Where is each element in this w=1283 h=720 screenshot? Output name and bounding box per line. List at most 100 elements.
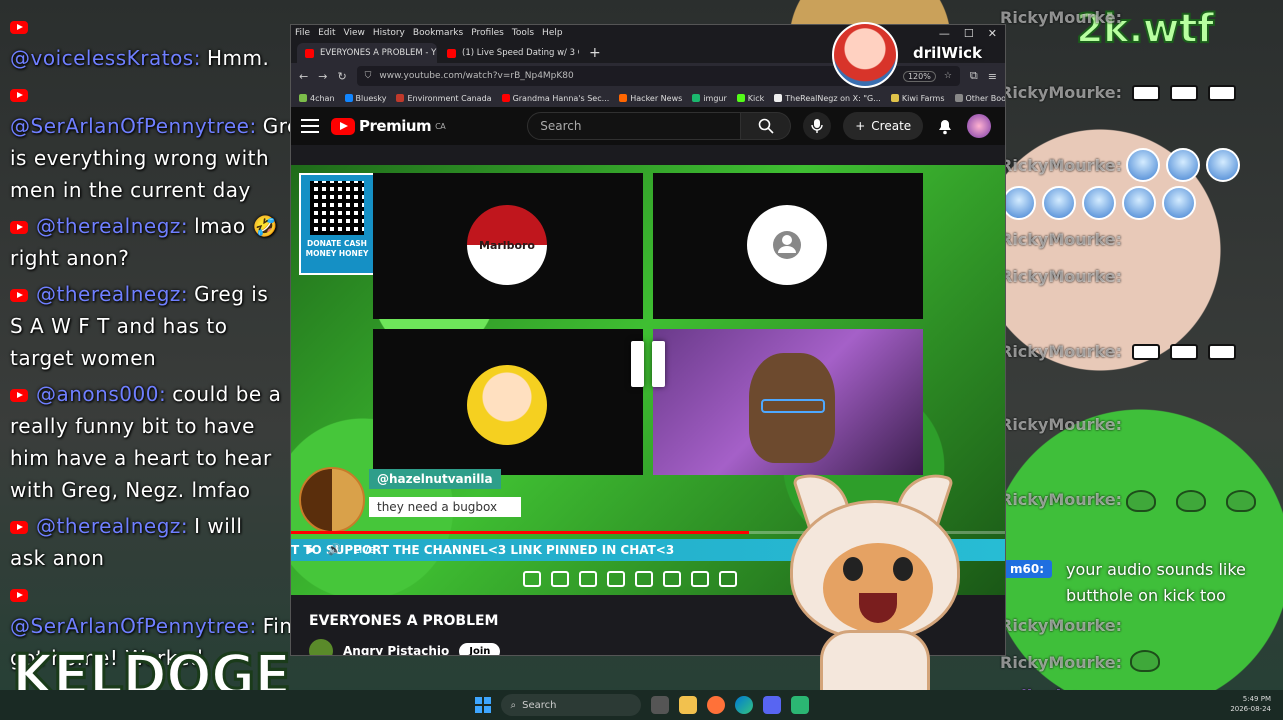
chat-user: RickyMourke: xyxy=(1000,230,1123,249)
emote-icon xyxy=(1166,148,1200,182)
chat-user: @anons000: xyxy=(36,382,167,406)
account-avatar[interactable] xyxy=(967,114,992,138)
channel-name[interactable]: Angry Pistachio xyxy=(343,644,449,655)
donate-qr-code: DONATE CASH MONEY HONEY xyxy=(299,173,375,275)
discord-icon[interactable] xyxy=(762,696,781,714)
audio-icon[interactable] xyxy=(551,571,569,587)
chat-user: RickyMourke: xyxy=(1000,415,1123,434)
chat-message: @SerArlanOfPennytree: Greg is everything … xyxy=(10,78,313,206)
bookmark-kick[interactable]: Kick xyxy=(736,93,765,103)
bookmark-label: Kick xyxy=(747,93,765,103)
star-icon[interactable]: ☆ xyxy=(944,71,952,81)
task-view-icon[interactable] xyxy=(650,696,669,714)
cast-icon[interactable] xyxy=(579,571,597,587)
player-toolbar xyxy=(523,571,737,587)
yin-yang-icon xyxy=(299,467,365,533)
file-explorer-icon[interactable] xyxy=(678,696,697,714)
minimize-icon[interactable]: — xyxy=(939,27,950,40)
firefox-icon[interactable] xyxy=(706,696,725,714)
menu-bookmarks[interactable]: Bookmarks xyxy=(413,28,463,38)
youtube-icon xyxy=(305,48,314,58)
emote-icon xyxy=(1126,148,1160,182)
cow-emote-icon xyxy=(1208,85,1237,101)
imgur-icon xyxy=(692,94,701,102)
chat-user: @voicelessKratos: xyxy=(10,46,201,70)
search-input[interactable]: Search xyxy=(527,112,742,140)
edge-icon[interactable] xyxy=(734,696,753,714)
bookmark-label: TheRealNegz on X: "G... xyxy=(785,93,881,103)
extensions-icon[interactable]: ⧉ xyxy=(970,69,978,83)
close-icon[interactable]: ✕ xyxy=(988,27,997,40)
menu-edit[interactable]: Edit xyxy=(318,28,335,38)
reload-icon[interactable]: ↻ xyxy=(337,70,346,83)
bookmark-imgur[interactable]: imgur xyxy=(692,94,727,103)
bookmark-therealnegz[interactable]: TheRealNegz on X: "G... xyxy=(774,94,881,103)
bookmark-other[interactable]: Other Bookmarks xyxy=(954,94,1005,103)
chat-user: RickyMourke: xyxy=(1000,490,1123,509)
menu-icon[interactable]: ≡ xyxy=(988,70,997,83)
menu-profiles[interactable]: Profiles xyxy=(471,28,504,38)
youtube-icon xyxy=(10,389,28,402)
system-clock[interactable]: 5:49 PM 2026-08-24 xyxy=(1230,694,1271,714)
join-button[interactable]: Join xyxy=(459,642,501,655)
volume-icon[interactable]: 🔊 xyxy=(327,543,341,556)
channel-avatar[interactable] xyxy=(309,639,333,655)
bookmark-environment-canada[interactable]: Environment Canada xyxy=(396,93,492,103)
tab-speed-dating[interactable]: (1) Live Speed Dating w/ 3 Girls✕ xyxy=(439,43,579,63)
bookmark-4chan[interactable]: 4chan xyxy=(299,94,335,103)
chat-user: RickyMourke: xyxy=(1000,156,1123,175)
emote-icon xyxy=(1082,186,1116,220)
hamburger-menu-icon[interactable] xyxy=(301,119,319,133)
menu-tools[interactable]: Tools xyxy=(512,28,534,38)
menu-file[interactable]: File xyxy=(295,28,310,38)
streamer-name: drilWick xyxy=(913,44,982,62)
chat-user: RickyMourke: xyxy=(1000,8,1123,27)
taskbar: ⌕ Search 5:49 PM 2026-08-24 xyxy=(0,690,1283,720)
clapper-icon[interactable] xyxy=(607,571,625,587)
donation-user: @hazelnutvanilla xyxy=(369,469,501,489)
bookmark-label: Environment Canada xyxy=(407,93,492,103)
chat-line: RickyMourke: xyxy=(1000,82,1237,102)
youtube-icon xyxy=(331,117,355,135)
bookmark-kiwi-farms[interactable]: Kiwi Farms xyxy=(890,94,945,103)
chat-line: RickyMourke: xyxy=(1000,341,1237,361)
search-button[interactable] xyxy=(741,112,792,140)
speed-icon[interactable] xyxy=(663,571,681,587)
menu-history[interactable]: History xyxy=(373,28,405,38)
bookmarks-bar: 4chan Bluesky Environment Canada Grandma… xyxy=(291,89,1005,107)
bookmark-bluesky[interactable]: Bluesky xyxy=(344,94,386,103)
participant-webcam xyxy=(653,329,923,475)
notifications-bell-icon[interactable] xyxy=(935,116,955,136)
live-badge[interactable]: Live xyxy=(353,543,375,556)
maximize-icon[interactable]: ☐ xyxy=(964,27,974,40)
screenshot-icon[interactable] xyxy=(719,571,737,587)
create-button[interactable]: + Create xyxy=(843,112,924,140)
folder-icon xyxy=(954,94,963,102)
participant-tile xyxy=(373,329,643,475)
voice-search-button[interactable] xyxy=(803,112,832,140)
bookmark-hacker-news[interactable]: Hacker News xyxy=(619,94,682,103)
menu-help[interactable]: Help xyxy=(542,28,563,38)
zoom-level[interactable]: 120% xyxy=(902,70,936,82)
loop-icon[interactable] xyxy=(523,571,541,587)
youtube-header: Premium CA Search + Create xyxy=(291,107,1005,145)
back-icon[interactable]: ← xyxy=(299,70,308,83)
cow-emote-icon xyxy=(1170,85,1199,101)
app-icon[interactable] xyxy=(790,696,809,714)
forward-icon[interactable]: → xyxy=(318,70,327,83)
add-icon[interactable] xyxy=(691,571,709,587)
bookmark-grandma[interactable]: Grandma Hanna's Sec... xyxy=(501,94,609,103)
tab-everyones-a-problem[interactable]: EVERYONES A PROBLEM - Y✕ xyxy=(297,43,437,63)
cat-eye xyxy=(843,557,863,581)
crop-icon[interactable] xyxy=(635,571,653,587)
menu-view[interactable]: View xyxy=(344,28,365,38)
windows-start-icon[interactable] xyxy=(474,697,491,713)
pause-icon[interactable] xyxy=(631,341,667,387)
bookmark-label: Hacker News xyxy=(630,93,683,103)
youtube-premium-logo[interactable]: Premium CA xyxy=(331,117,446,135)
play-icon[interactable]: ▶ xyxy=(307,543,315,556)
player-controls: ▶ 🔊 Live xyxy=(291,543,431,556)
taskbar-search[interactable]: ⌕ Search xyxy=(500,694,641,716)
microphone-icon xyxy=(811,119,823,133)
new-tab-button[interactable]: + xyxy=(581,43,609,63)
